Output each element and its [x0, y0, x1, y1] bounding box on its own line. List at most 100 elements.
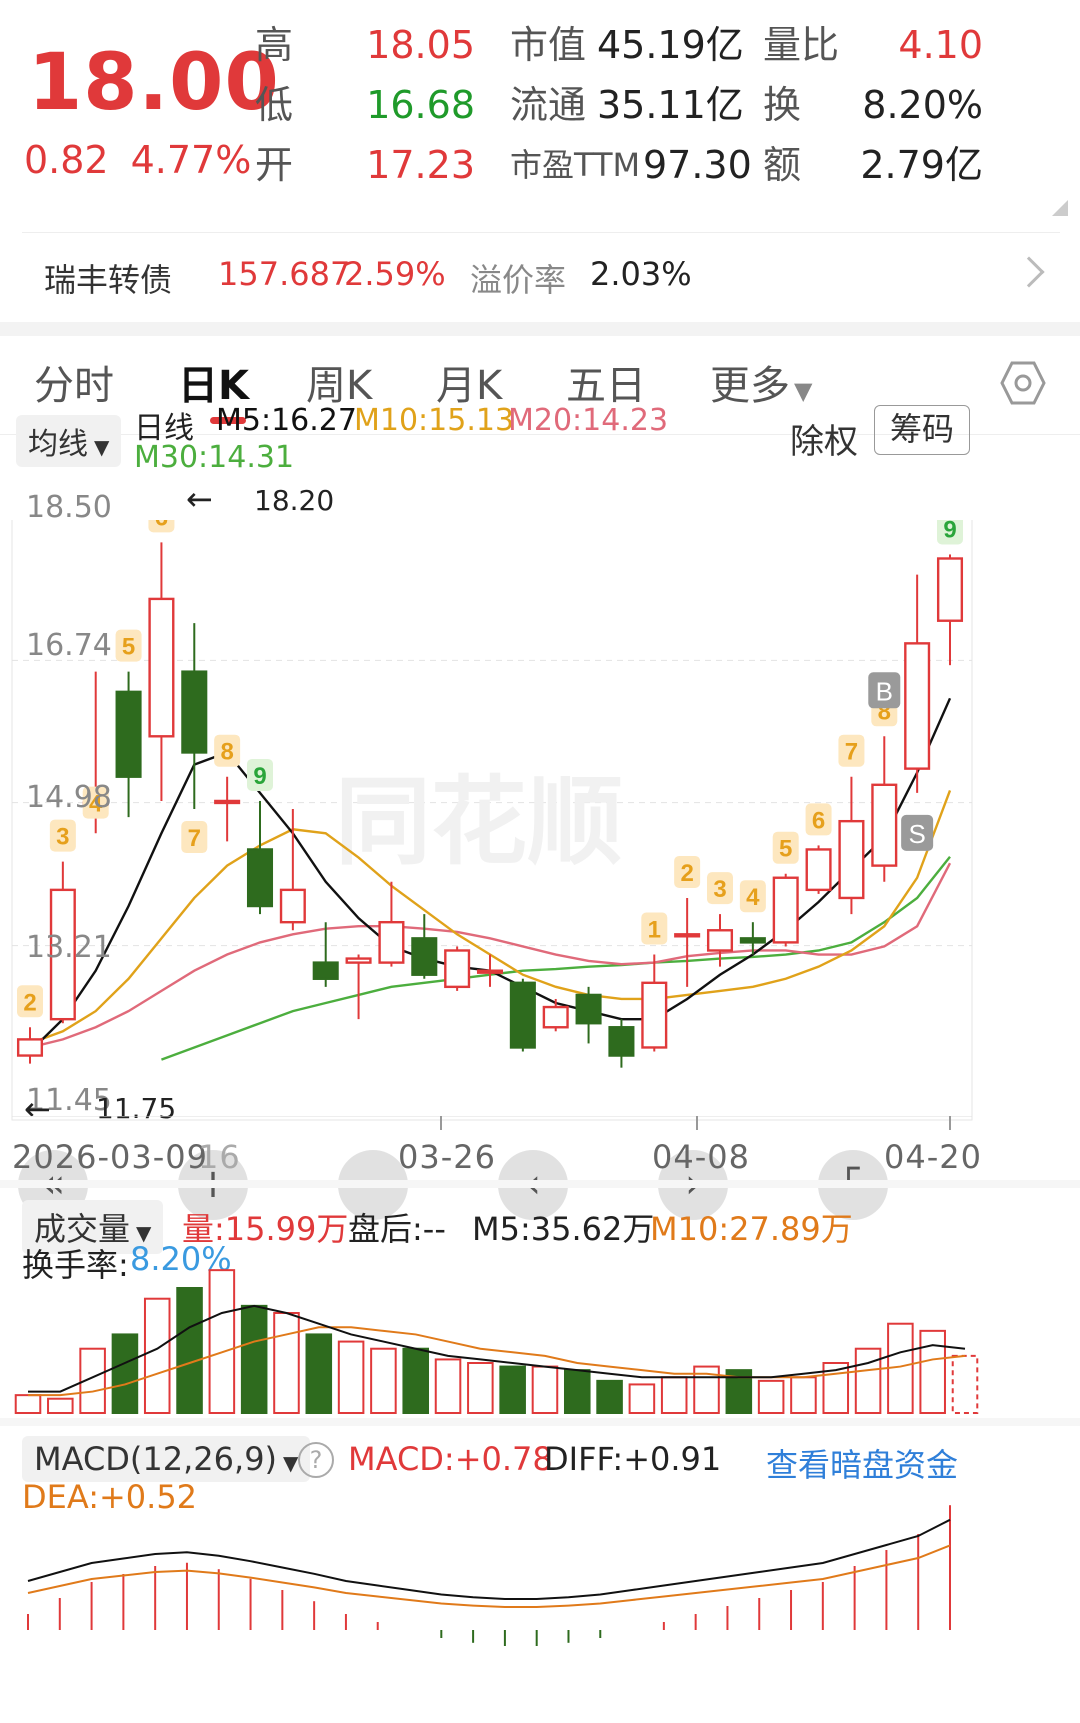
volume-bar [499, 1365, 526, 1414]
y-tick-4: 13.21 [26, 930, 112, 965]
candle-body [16, 1038, 44, 1057]
candle-body [936, 557, 964, 622]
volume-bar [402, 1347, 430, 1414]
candle-body [772, 876, 799, 944]
label-float-cap: 流通 [510, 83, 587, 127]
divider [0, 1180, 1080, 1188]
settings-hexagon-icon[interactable] [1000, 360, 1046, 406]
value-market-cap: 45.19亿 [597, 23, 744, 67]
candle-body [181, 670, 208, 754]
quote-row-low: 低 16.68 流通 35.11亿 换 8.20% [255, 75, 1055, 135]
td-label-number: 9 [943, 520, 956, 543]
td-label-number: 4 [746, 884, 760, 911]
candle-body [509, 981, 536, 1049]
value-low: 16.68 [366, 83, 475, 127]
kline-chart[interactable]: 同花顺 23456789123456789BS [0, 520, 1080, 1140]
y-tick-3: 14.98 [26, 780, 112, 815]
signal-letter: S [908, 819, 925, 849]
volume-bar [919, 1329, 946, 1414]
value-pe-ttm: 97.30 [643, 143, 752, 187]
change-percent: 4.77% [130, 138, 252, 182]
macd-chart[interactable] [0, 1470, 1080, 1723]
ex-rights-button[interactable]: 除权 [790, 414, 858, 463]
candle-body [411, 937, 438, 976]
candle-body [674, 933, 701, 938]
volume-m5: M5:35.62万 [472, 1210, 655, 1248]
after-hours-volume: 盘后:-- [348, 1210, 446, 1248]
volume-m10: M10:27.89万 [650, 1210, 853, 1248]
cb-name: 瑞丰转债 [44, 261, 173, 299]
value-float-cap: 35.11亿 [597, 83, 744, 127]
candle-body [739, 937, 766, 944]
change-value: 0.82 [24, 138, 109, 182]
td-label-number: 1 [648, 917, 661, 944]
candle-body [608, 1026, 635, 1057]
cb-premium-label: 溢价率 [470, 261, 567, 299]
x-tick-0420: 04-20 [884, 1138, 982, 1176]
volume-chart[interactable] [0, 1255, 1080, 1415]
candle-body [279, 888, 306, 924]
td-label-number: 8 [220, 739, 233, 766]
candle-body [706, 929, 734, 952]
ma-selector[interactable]: 均线 ▼ [16, 415, 122, 467]
candle-body [476, 969, 504, 974]
volume-bar [47, 1397, 74, 1414]
ma5-value: M5:16.27 [216, 403, 357, 438]
td-label-number: 7 [845, 739, 858, 766]
volume-bar [628, 1383, 656, 1415]
tab-intraday[interactable]: 分时 [34, 353, 114, 411]
quote-row-high: 高 18.05 市值 45.19亿 量比 4.10 [255, 15, 1055, 75]
high-marker: 18.20 [254, 484, 335, 517]
candle-body [345, 957, 372, 964]
value-volume-ratio: 4.10 [898, 23, 983, 67]
volume-bar [660, 1376, 688, 1414]
volume-bar [143, 1297, 171, 1414]
label-market-cap: 市值 [510, 23, 587, 67]
label-pe-ttm: 市盈TTM [510, 146, 641, 184]
volume-bar [790, 1376, 817, 1414]
cb-premium-value: 2.03% [590, 255, 692, 293]
chips-button[interactable]: 筹码 [874, 405, 970, 455]
label-turnover: 换 [763, 83, 802, 127]
label-low: 低 [255, 83, 294, 127]
expand-corner-icon[interactable] [1052, 200, 1068, 216]
volume-bar [531, 1365, 559, 1414]
volume-bar [596, 1379, 623, 1414]
td-label-number: 2 [23, 989, 36, 1016]
label-high: 高 [255, 23, 294, 67]
cb-percent: 2.59% [344, 255, 446, 293]
ma-selector-label: 均线 [28, 427, 88, 462]
last-price: 18.00 [28, 38, 280, 128]
cb-price: 157.687 [218, 255, 351, 293]
convertible-bond-row[interactable]: 瑞丰转债 157.687 2.59% 溢价率 2.03% [22, 232, 1060, 322]
value-amount: 2.79亿 [860, 143, 983, 187]
volume-bar [951, 1354, 979, 1415]
watermark-logo: 同花顺 [335, 769, 623, 876]
signal-letter: B [876, 676, 893, 706]
candle-body [838, 819, 865, 900]
ma20-value: M20:14.23 [508, 403, 669, 438]
candle-body [575, 993, 602, 1025]
y-tick-1: 18.50 [26, 490, 112, 525]
y-tick-2: 16.74 [26, 628, 112, 663]
chevron-right-icon [1013, 256, 1045, 288]
x-axis-ticks [12, 1116, 972, 1130]
td-label-number: 9 [253, 763, 266, 790]
x-tick-start: 2026-03-09 [12, 1138, 208, 1176]
volume-bar [240, 1304, 268, 1415]
quote-header: 18.00 0.82 4.77% 高 18.05 市值 45.19亿 量比 4.1… [0, 0, 1080, 230]
tab-more[interactable]: 更多 ▼ [710, 353, 812, 411]
candle-body [641, 981, 668, 1049]
price-change: 0.82 4.77% [24, 138, 251, 182]
ma30-value: M30:14.31 [134, 440, 295, 475]
value-turnover: 8.20% [862, 83, 983, 127]
value-open: 17.23 [366, 143, 475, 187]
quote-row-open: 开 17.23 市盈TTM 97.30 额 2.79亿 [255, 135, 1055, 195]
candle-body [312, 961, 339, 980]
td-label-number: 5 [122, 634, 135, 661]
tab-more-label: 更多 [710, 363, 790, 409]
candle-body [542, 1005, 569, 1029]
volume-bar [854, 1347, 882, 1414]
td-label-number: 7 [188, 825, 201, 852]
td-label-number: 2 [680, 860, 693, 887]
